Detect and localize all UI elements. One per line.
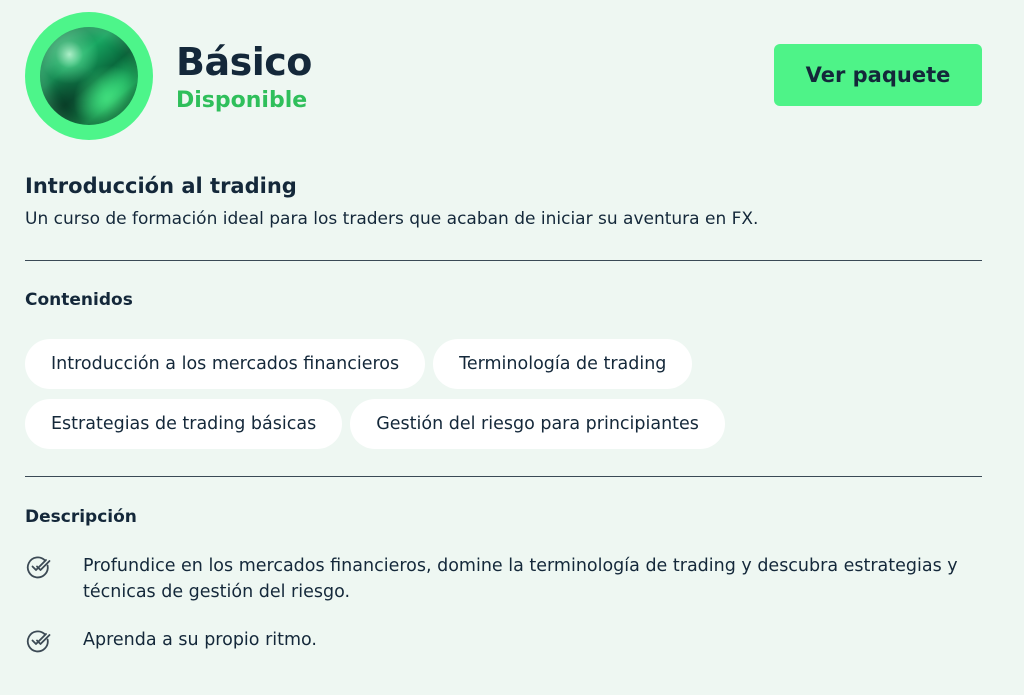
double-check-icon xyxy=(26,556,51,579)
description-text: Aprenda a su propio ritmo. xyxy=(83,630,317,650)
status-badge: Disponible xyxy=(176,88,308,113)
package-title: Básico xyxy=(176,40,312,84)
double-check-icon xyxy=(26,630,51,653)
description-list: Profundice en los mercados financieros, … xyxy=(25,553,985,676)
course-title: Introducción al trading xyxy=(25,174,297,198)
contents-label: Contenidos xyxy=(25,290,133,310)
package-card: Básico Disponible Ver paquete Introducci… xyxy=(0,0,1024,695)
content-chip: Estrategias de trading básicas xyxy=(25,399,343,449)
content-chip: Introducción a los mercados financieros xyxy=(25,339,426,389)
course-subtitle: Un curso de formación ideal para los tra… xyxy=(25,209,759,229)
green-orb-image xyxy=(40,27,138,125)
view-package-button[interactable]: Ver paquete xyxy=(774,44,982,106)
divider xyxy=(25,476,982,477)
list-item: Profundice en los mercados financieros, … xyxy=(25,553,985,605)
description-text: Profundice en los mercados financieros, … xyxy=(83,556,958,602)
description-label: Descripción xyxy=(25,507,137,527)
divider xyxy=(25,260,982,261)
content-chip: Gestión del riesgo para principiantes xyxy=(350,399,725,449)
list-item: Aprenda a su propio ritmo. xyxy=(25,627,985,654)
contents-chips: Introducción a los mercados financieros … xyxy=(25,339,985,449)
package-avatar xyxy=(25,12,153,140)
content-chip: Terminología de trading xyxy=(433,339,693,389)
